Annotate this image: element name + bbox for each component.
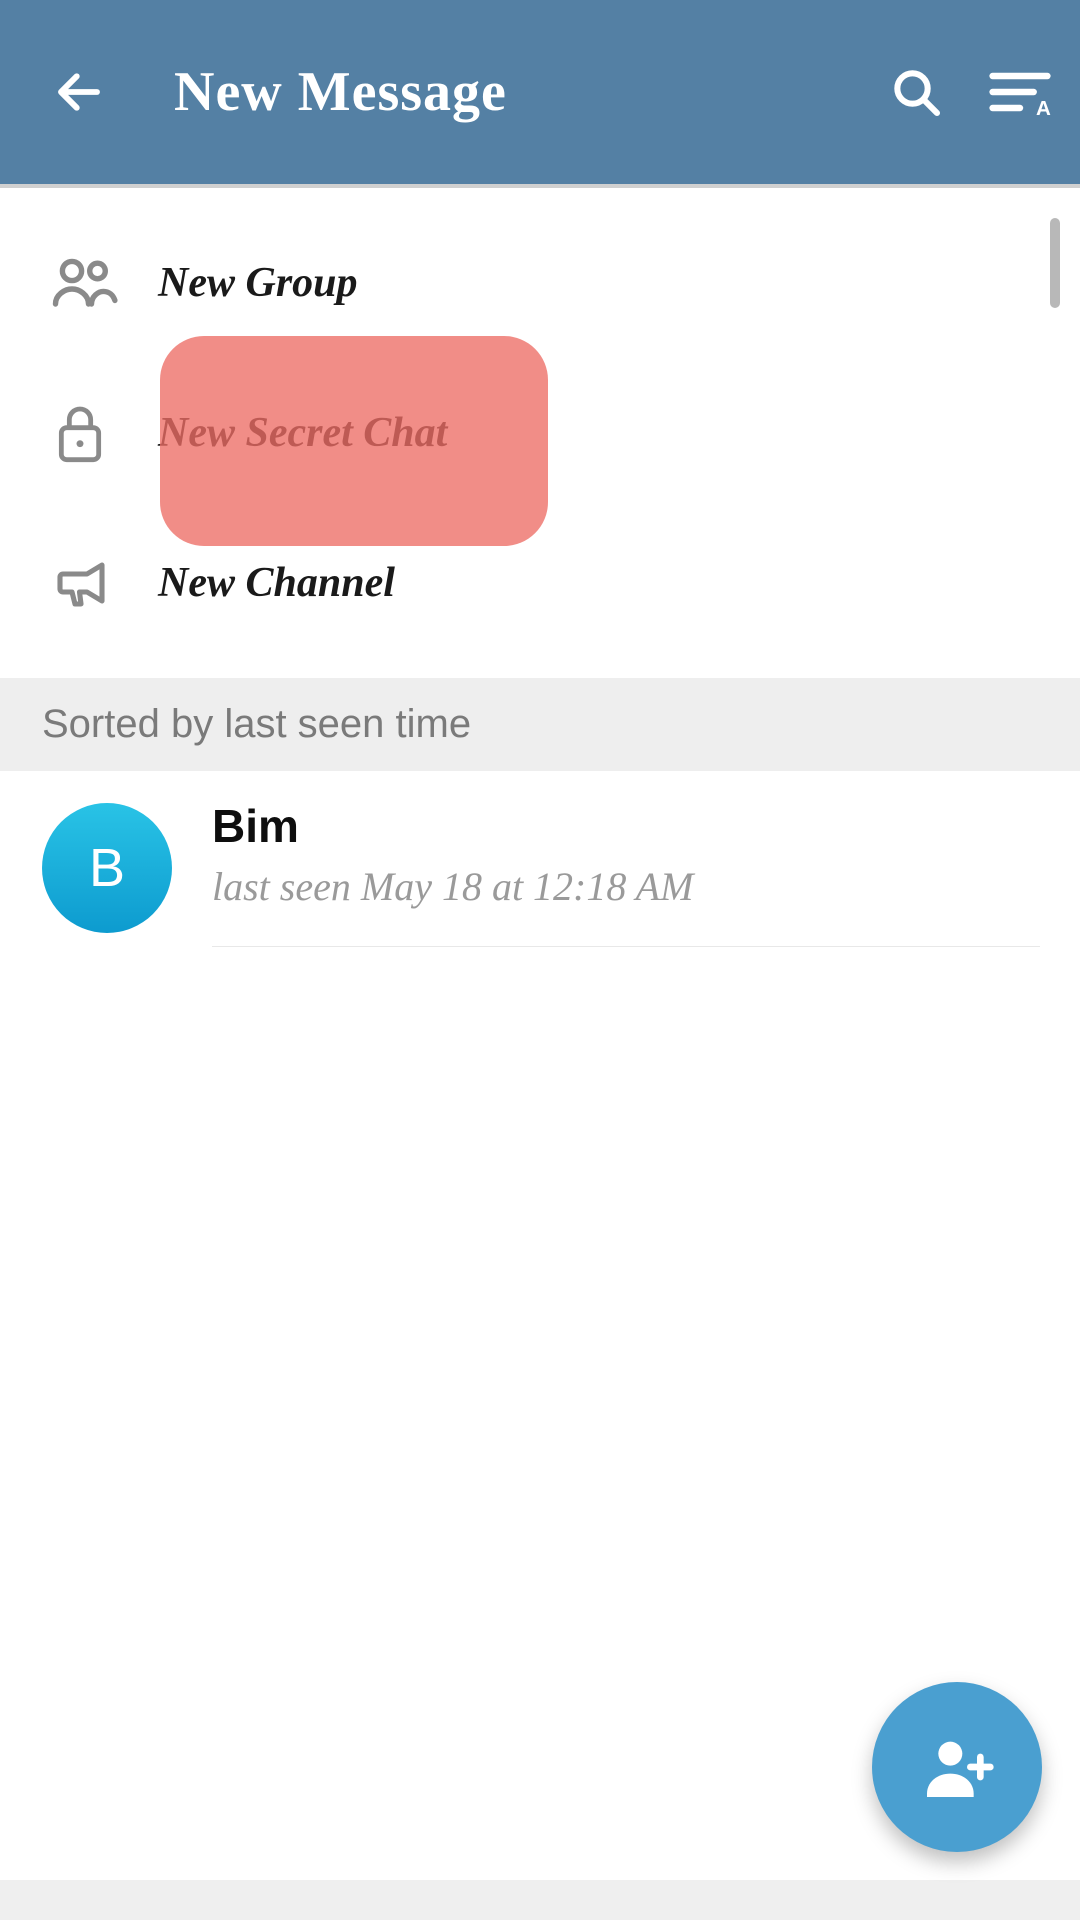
svg-text:A: A (1036, 97, 1051, 120)
new-secret-chat-option[interactable]: New Secret Chat (0, 358, 1080, 508)
arrow-left-icon (52, 65, 106, 119)
search-icon (888, 64, 944, 120)
contact-status: last seen May 18 at 12:18 AM (212, 863, 1040, 910)
new-group-label: New Group (158, 259, 358, 307)
sort-alpha-icon: A (988, 64, 1052, 120)
contact-name: Bim (212, 799, 1040, 853)
avatar: B (42, 803, 172, 933)
contact-text: Bim last seen May 18 at 12:18 AM (212, 789, 1040, 947)
sort-header: Sorted by last seen time (0, 678, 1080, 771)
new-channel-option[interactable]: New Channel (0, 508, 1080, 658)
page-title: New Message (174, 60, 884, 124)
new-secret-chat-label: New Secret Chat (158, 409, 447, 457)
lock-icon (48, 397, 158, 469)
new-channel-label: New Channel (158, 559, 395, 607)
new-group-option[interactable]: New Group (0, 208, 1080, 358)
scrollbar[interactable] (1050, 218, 1060, 308)
sort-button[interactable]: A (988, 60, 1052, 124)
system-bar (0, 1880, 1080, 1920)
back-button[interactable] (44, 57, 114, 127)
app-header: New Message A (0, 0, 1080, 188)
new-options-list: New Group New Secret Chat New Channel (0, 188, 1080, 678)
search-button[interactable] (884, 60, 948, 124)
people-icon (48, 247, 158, 319)
contact-row[interactable]: B Bim last seen May 18 at 12:18 AM (0, 771, 1080, 947)
add-contact-fab[interactable] (872, 1682, 1042, 1852)
person-add-icon (917, 1727, 997, 1807)
header-actions: A (884, 60, 1052, 124)
megaphone-icon (48, 547, 158, 619)
screen: New Message A (0, 0, 1080, 1920)
